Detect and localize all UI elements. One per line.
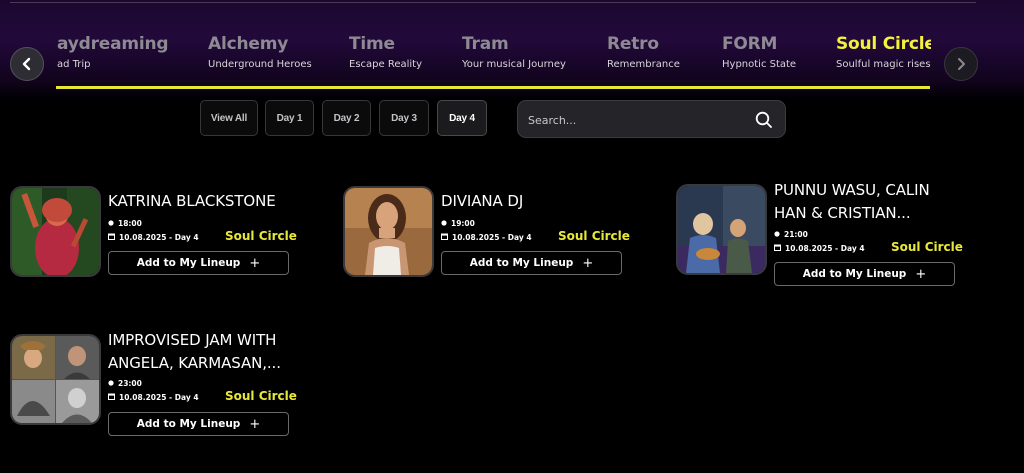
- performance-card: IMPROVISED JAM WITH ANGELA, KARMASAN,...…: [10, 326, 300, 441]
- artist-name[interactable]: DIVIANA DJ: [441, 190, 523, 212]
- search-box: [517, 100, 786, 138]
- calendar-icon: [774, 244, 781, 253]
- stage-tab-alchemy[interactable]: Alchemy Underground Heroes: [208, 34, 312, 71]
- artist-photo[interactable]: [343, 186, 434, 277]
- stage-tab-subtitle: Your musical Journey: [462, 59, 566, 70]
- artist-name-line: IMPROVISED JAM WITH: [108, 331, 277, 349]
- chevron-right-icon: [958, 58, 965, 70]
- artist-name-line: PUNNU WASU, CALIN: [774, 181, 930, 199]
- add-to-lineup-button[interactable]: Add to My Lineup +: [108, 251, 289, 275]
- performance-card: DIVIANA DJ 19:00 10.08.2025 - Day 4 Soul…: [343, 186, 633, 281]
- performance-date: 10.08.2025 - Day 4: [452, 233, 532, 242]
- time-row: 21:00: [774, 230, 808, 239]
- artist-name-line: ANGELA, KARMASAN,...: [108, 354, 281, 372]
- performance-date: 10.08.2025 - Day 4: [119, 233, 199, 242]
- artist-photo[interactable]: [10, 334, 101, 425]
- day-filter-day-4[interactable]: Day 4: [437, 100, 487, 136]
- time-row: 19:00: [441, 219, 475, 228]
- add-to-lineup-button[interactable]: Add to My Lineup +: [108, 412, 289, 436]
- add-to-lineup-label: Add to My Lineup: [802, 268, 907, 280]
- stage-label: Soul Circle: [225, 229, 297, 243]
- plus-icon: +: [582, 255, 594, 271]
- stage-tab-daydreaming[interactable]: aydreaming ad Trip: [57, 34, 169, 71]
- performance-time: 21:00: [784, 230, 808, 239]
- stage-tab-tram[interactable]: Tram Your musical Journey: [462, 34, 566, 71]
- stage-tabs: aydreaming ad Trip Alchemy Underground H…: [57, 30, 931, 90]
- plus-icon: +: [915, 266, 927, 282]
- stage-tab-form[interactable]: FORM Hypnotic State: [722, 34, 796, 71]
- calendar-icon: [108, 233, 115, 242]
- day-filter-view-all[interactable]: View All: [200, 100, 258, 136]
- stage-tab-name: Tram: [462, 34, 509, 54]
- search-icon[interactable]: [755, 111, 773, 129]
- clock-icon: [108, 219, 114, 228]
- active-tab-underline: [56, 86, 930, 89]
- artist-name-line: HAN & CRISTIAN...: [774, 204, 911, 222]
- performance-time: 18:00: [118, 219, 142, 228]
- carousel-prev-button[interactable]: [10, 47, 44, 81]
- stage-tab-name: Retro: [607, 34, 659, 54]
- date-row: 10.08.2025 - Day 4: [774, 244, 865, 253]
- date-row: 10.08.2025 - Day 4: [441, 233, 532, 242]
- day-filter-day-3[interactable]: Day 3: [379, 100, 429, 136]
- stage-tab-name: aydreaming: [57, 34, 169, 54]
- artist-photo[interactable]: [10, 186, 101, 277]
- plus-icon: +: [249, 255, 261, 271]
- performance-date: 10.08.2025 - Day 4: [119, 393, 199, 402]
- stage-tab-time[interactable]: Time Escape Reality: [349, 34, 422, 71]
- stage-tab-subtitle: Escape Reality: [349, 59, 423, 70]
- date-row: 10.08.2025 - Day 4: [108, 233, 199, 242]
- add-to-lineup-label: Add to My Lineup: [136, 257, 241, 269]
- stage-tab-subtitle: Underground Heroes: [208, 59, 312, 70]
- performance-time: 23:00: [118, 379, 142, 388]
- performance-card: KATRINA BLACKSTONE 18:00 10.08.2025 - Da…: [10, 186, 300, 281]
- date-row: 10.08.2025 - Day 4: [108, 393, 199, 402]
- stage-tab-subtitle: Remembrance: [607, 59, 680, 70]
- stage-tab-subtitle: Hypnotic State: [722, 59, 797, 70]
- artist-name[interactable]: PUNNU WASU, CALIN HAN & CRISTIAN...: [774, 179, 930, 225]
- stage-tab-name: Alchemy: [208, 34, 289, 54]
- calendar-icon: [441, 233, 448, 242]
- stage-tab-name: Time: [349, 34, 395, 54]
- performance-card: PUNNU WASU, CALIN HAN & CRISTIAN... 21:0…: [676, 176, 966, 291]
- artist-photo[interactable]: [676, 184, 767, 275]
- stage-label: Soul Circle: [558, 229, 630, 243]
- calendar-icon: [108, 393, 115, 402]
- stage-tab-subtitle: Soulful magic rises: [836, 59, 931, 70]
- time-row: 23:00: [108, 379, 142, 388]
- clock-icon: [441, 219, 447, 228]
- artist-name[interactable]: KATRINA BLACKSTONE: [108, 190, 276, 212]
- add-to-lineup-label: Add to My Lineup: [469, 257, 574, 269]
- performance-date: 10.08.2025 - Day 4: [785, 244, 865, 253]
- day-filter-day-2[interactable]: Day 2: [322, 100, 371, 136]
- chevron-left-icon: [22, 57, 31, 71]
- stage-tab-name: Soul Circle: [836, 34, 931, 54]
- artist-name[interactable]: IMPROVISED JAM WITH ANGELA, KARMASAN,...: [108, 329, 281, 375]
- stage-tab-soul-circle[interactable]: Soul Circle Soulful magic rises: [836, 34, 931, 71]
- stage-tab-subtitle: ad Trip: [57, 59, 91, 70]
- stage-label: Soul Circle: [225, 389, 297, 403]
- add-to-lineup-label: Add to My Lineup: [136, 418, 241, 430]
- time-row: 18:00: [108, 219, 142, 228]
- search-input[interactable]: [528, 110, 728, 130]
- stage-label: Soul Circle: [891, 240, 963, 254]
- performance-time: 19:00: [451, 219, 475, 228]
- carousel-next-button[interactable]: [944, 47, 978, 81]
- add-to-lineup-button[interactable]: Add to My Lineup +: [774, 262, 955, 286]
- plus-icon: +: [249, 416, 261, 432]
- clock-icon: [108, 379, 114, 388]
- top-divider: [10, 2, 976, 3]
- stage-tab-retro[interactable]: Retro Remembrance: [607, 34, 680, 71]
- add-to-lineup-button[interactable]: Add to My Lineup +: [441, 251, 622, 275]
- clock-icon: [774, 230, 780, 239]
- day-filter-day-1[interactable]: Day 1: [265, 100, 314, 136]
- stage-tab-name: FORM: [722, 34, 778, 54]
